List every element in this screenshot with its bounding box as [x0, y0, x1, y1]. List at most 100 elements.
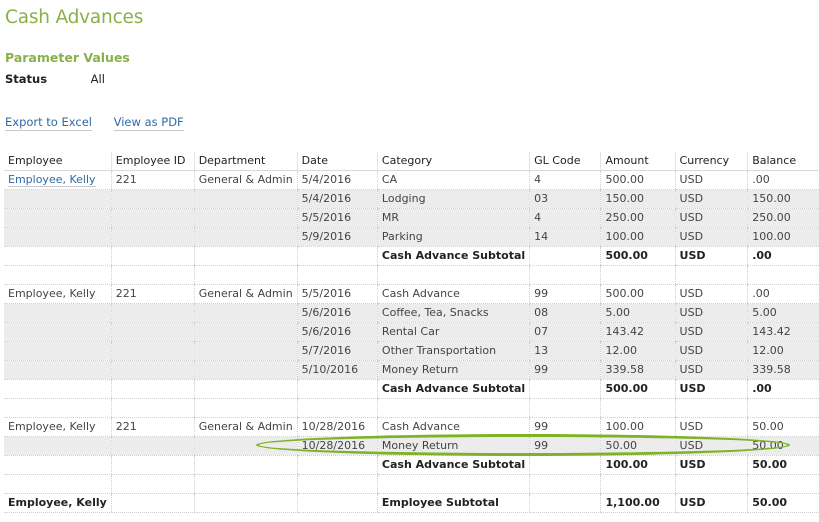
- column-header-department: Department: [193, 152, 298, 171]
- empty-cell: [600, 265, 676, 285]
- cell-currency: USD: [674, 208, 748, 228]
- cell-date: 10/28/2016: [296, 417, 378, 437]
- cell-category: Cash Advance Subtotal: [376, 246, 530, 266]
- cell-employee: Employee, Kelly: [4, 284, 112, 304]
- empty-cell: [529, 398, 601, 418]
- empty-cell: [110, 398, 195, 418]
- cell-category: Cash Advance Subtotal: [376, 379, 530, 399]
- cell-gl-code: 4: [529, 170, 601, 190]
- empty-cell: [4, 474, 112, 494]
- table-row: 5/6/2016 Rental Car 07 143.42 USD 143.42: [4, 322, 819, 342]
- empty-cell: [747, 474, 819, 494]
- cell-employee: [4, 246, 112, 266]
- empty-cell: [747, 265, 819, 285]
- cell-employee-id: [110, 208, 195, 228]
- cell-employee-id: [110, 227, 195, 247]
- empty-cell: [296, 265, 378, 285]
- empty-cell: [193, 265, 298, 285]
- cell-department: [193, 246, 298, 266]
- parameter-value: All: [90, 72, 105, 86]
- table-row: Employee, Kelly 221 General & Admin 10/28/2…: [4, 417, 819, 437]
- cell-date: [296, 493, 378, 513]
- cell-gl-code: [529, 379, 601, 399]
- cell-category: Cash Advance: [376, 284, 530, 304]
- cell-currency: USD: [674, 455, 748, 475]
- cell-category: Coffee, Tea, Snacks: [376, 303, 530, 323]
- cell-balance: 339.58: [747, 360, 819, 380]
- cell-department: [193, 493, 298, 513]
- empty-cell: [674, 474, 748, 494]
- cell-department: [193, 322, 298, 342]
- cell-department: [193, 455, 298, 475]
- cell-employee: [4, 379, 112, 399]
- cell-employee: Employee, Kelly: [4, 493, 112, 513]
- cell-employee: [4, 341, 112, 361]
- empty-cell: [193, 398, 298, 418]
- cell-currency: USD: [674, 360, 748, 380]
- cell-date: 5/4/2016: [296, 170, 378, 190]
- cell-category: Cash Advance: [376, 417, 530, 437]
- cell-currency: USD: [674, 493, 748, 513]
- cell-balance: .00: [747, 379, 819, 399]
- cell-employee: [4, 436, 112, 456]
- cell-balance: 250.00: [747, 208, 819, 228]
- cell-gl-code: [529, 455, 601, 475]
- cell-date: [296, 246, 378, 266]
- employee-link[interactable]: Employee, Kelly: [8, 173, 96, 187]
- cell-employee: [4, 322, 112, 342]
- cell-department: General & Admin: [193, 417, 298, 437]
- column-header-date: Date: [296, 152, 378, 171]
- cell-gl-code: [529, 493, 601, 513]
- cell-currency: USD: [674, 284, 748, 304]
- parameter-status: Status All: [5, 72, 105, 86]
- cell-currency: USD: [674, 436, 748, 456]
- cell-employee: [4, 455, 112, 475]
- cell-date: 5/6/2016: [296, 303, 378, 323]
- table-row: 5/6/2016 Coffee, Tea, Snacks 08 5.00 USD 5.00: [4, 303, 819, 323]
- empty-cell: [193, 474, 298, 494]
- cell-currency: USD: [674, 189, 748, 209]
- cell-balance: .00: [747, 284, 819, 304]
- cell-date: 5/6/2016: [296, 322, 378, 342]
- empty-cell: [674, 265, 748, 285]
- column-header-currency: Currency: [674, 152, 748, 171]
- cell-balance: .00: [747, 246, 819, 266]
- cell-balance: 100.00: [747, 227, 819, 247]
- table-row: 5/9/2016 Parking 14 100.00 USD 100.00: [4, 227, 819, 247]
- cell-department: [193, 341, 298, 361]
- cell-employee: [4, 360, 112, 380]
- cell-category: Other Transportation: [376, 341, 530, 361]
- export-actions: Export to Excel View as PDF: [5, 115, 202, 131]
- cell-amount: 339.58: [600, 360, 676, 380]
- cell-date: 5/5/2016: [296, 208, 378, 228]
- cell-department: [193, 227, 298, 247]
- cell-employee-id: [110, 246, 195, 266]
- export-to-excel-link[interactable]: Export to Excel: [5, 115, 92, 131]
- cell-employee: Employee, Kelly: [4, 417, 112, 437]
- cell-employee-id: 221: [110, 170, 195, 190]
- cell-amount: 500.00: [600, 246, 676, 266]
- cell-currency: USD: [674, 322, 748, 342]
- column-header-gl-code: GL Code: [529, 152, 601, 171]
- cell-category: CA: [376, 170, 530, 190]
- empty-cell: [296, 474, 378, 494]
- parameter-label: Status: [5, 72, 48, 86]
- cell-date: [296, 455, 378, 475]
- cash-advance-subtotal-row: Cash Advance Subtotal 500.00 USD .00: [4, 379, 819, 399]
- cell-currency: USD: [674, 303, 748, 323]
- cell-employee-id: [110, 303, 195, 323]
- cell-employee: [4, 303, 112, 323]
- cell-employee-id: [110, 493, 195, 513]
- cell-amount: 500.00: [600, 379, 676, 399]
- cell-balance: 150.00: [747, 189, 819, 209]
- cell-category: Money Return: [376, 360, 530, 380]
- cell-category: Cash Advance Subtotal: [376, 455, 530, 475]
- cell-category: Employee Subtotal: [376, 493, 530, 513]
- view-as-pdf-link[interactable]: View as PDF: [113, 115, 184, 131]
- cell-department: General & Admin: [193, 284, 298, 304]
- cell-category: Money Return: [376, 436, 530, 456]
- cell-employee-id: 221: [110, 417, 195, 437]
- empty-cell: [4, 265, 112, 285]
- cell-gl-code: 4: [529, 208, 601, 228]
- cell-employee-id: [110, 322, 195, 342]
